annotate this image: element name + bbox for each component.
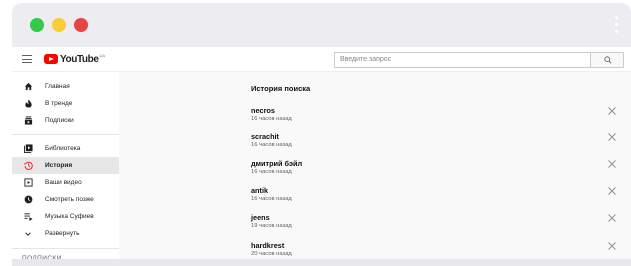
home-icon: [18, 81, 38, 93]
sidebar-divider: [12, 248, 119, 249]
search-time: 16 часов назад: [251, 196, 292, 202]
search-query[interactable]: hardkrest: [251, 241, 284, 250]
sidebar-item-label: Главная: [45, 83, 70, 90]
search-query[interactable]: scrachit: [251, 132, 279, 141]
youtube-logo[interactable]: YouTube UA: [44, 53, 105, 65]
playlist-icon: [18, 211, 38, 223]
search-input[interactable]: Введите запрос: [334, 52, 591, 68]
sidebar-item-label: Подписки: [45, 117, 74, 124]
close-icon[interactable]: [607, 213, 617, 223]
search-time: 16 часов назад: [251, 169, 292, 175]
search-query[interactable]: jeens: [251, 213, 270, 222]
search-time: 19 часов назад: [251, 223, 292, 229]
sidebar: Главная В тренде Подписки Библиотека Ист…: [12, 72, 119, 266]
sidebar-item-label: История: [45, 162, 73, 169]
youtube-header: YouTube UA Введите запрос: [12, 47, 631, 72]
list-item[interactable]: дмитрий бэйл 16 часов назад: [251, 159, 621, 184]
sidebar-item-expand[interactable]: Развернуть: [12, 225, 119, 242]
browser-window: YouTube UA Введите запрос Главная В трен…: [0, 0, 631, 266]
sidebar-item-your-videos[interactable]: Ваши видео: [12, 174, 119, 191]
search-query[interactable]: antik: [251, 186, 268, 195]
main-content: История поиска necros 16 часов назад scr…: [119, 72, 631, 266]
your-videos-icon: [18, 177, 38, 189]
search-button[interactable]: [591, 52, 624, 68]
list-item[interactable]: antik 16 часов назад: [251, 186, 621, 211]
sidebar-divider: [12, 134, 119, 135]
sidebar-item-trending[interactable]: В тренде: [12, 95, 119, 112]
subscriptions-icon: [18, 115, 38, 127]
minimize-window-button[interactable]: [52, 18, 66, 32]
logo-region: UA: [99, 53, 106, 58]
close-icon[interactable]: [607, 106, 617, 116]
search-query[interactable]: necros: [251, 106, 275, 115]
sidebar-item-library[interactable]: Библиотека: [12, 140, 119, 157]
logo-text: YouTube: [60, 53, 99, 65]
clock-icon: [18, 194, 38, 206]
close-window-button[interactable]: [74, 18, 88, 32]
search-time: 16 часов назад: [251, 142, 292, 148]
search-icon: [604, 56, 612, 64]
window-bottom-edge: [12, 259, 631, 266]
maximize-window-button[interactable]: [30, 18, 44, 32]
list-item[interactable]: scrachit 16 часов назад: [251, 132, 621, 157]
search-query[interactable]: дмитрий бэйл: [251, 159, 302, 168]
history-icon: [18, 160, 38, 172]
sidebar-item-home[interactable]: Главная: [12, 78, 119, 95]
sidebar-item-label: Библиотека: [45, 145, 81, 152]
list-item[interactable]: jeens 19 часов назад: [251, 213, 621, 238]
sidebar-item-label: Ваши видео: [45, 179, 82, 186]
youtube-play-icon: [44, 54, 58, 64]
sidebar-item-label: Музыка Суфиев: [45, 213, 94, 220]
flame-icon: [18, 98, 38, 110]
list-item[interactable]: necros 16 часов назад: [251, 106, 621, 131]
close-icon[interactable]: [607, 241, 617, 251]
window-titlebar: [12, 3, 631, 47]
sidebar-item-history[interactable]: История: [12, 157, 119, 174]
sidebar-item-subscriptions[interactable]: Подписки: [12, 112, 119, 129]
menu-icon[interactable]: [22, 55, 32, 63]
close-icon[interactable]: [607, 159, 617, 169]
more-options-icon[interactable]: [615, 16, 619, 36]
close-icon[interactable]: [607, 186, 617, 196]
chevron-down-icon: [18, 228, 38, 240]
sidebar-item-label: Развернуть: [45, 230, 80, 237]
search-time: 16 часов назад: [251, 116, 292, 122]
sidebar-item-label: Смотреть позже: [45, 196, 94, 203]
library-icon: [18, 143, 38, 155]
search-time: 20 часов назад: [251, 251, 292, 257]
sidebar-item-watch-later[interactable]: Смотреть позже: [12, 191, 119, 208]
close-icon[interactable]: [607, 132, 617, 142]
sidebar-item-label: В тренде: [45, 100, 73, 107]
page-title: История поиска: [251, 84, 311, 93]
sidebar-item-playlist[interactable]: Музыка Суфиев: [12, 208, 119, 225]
